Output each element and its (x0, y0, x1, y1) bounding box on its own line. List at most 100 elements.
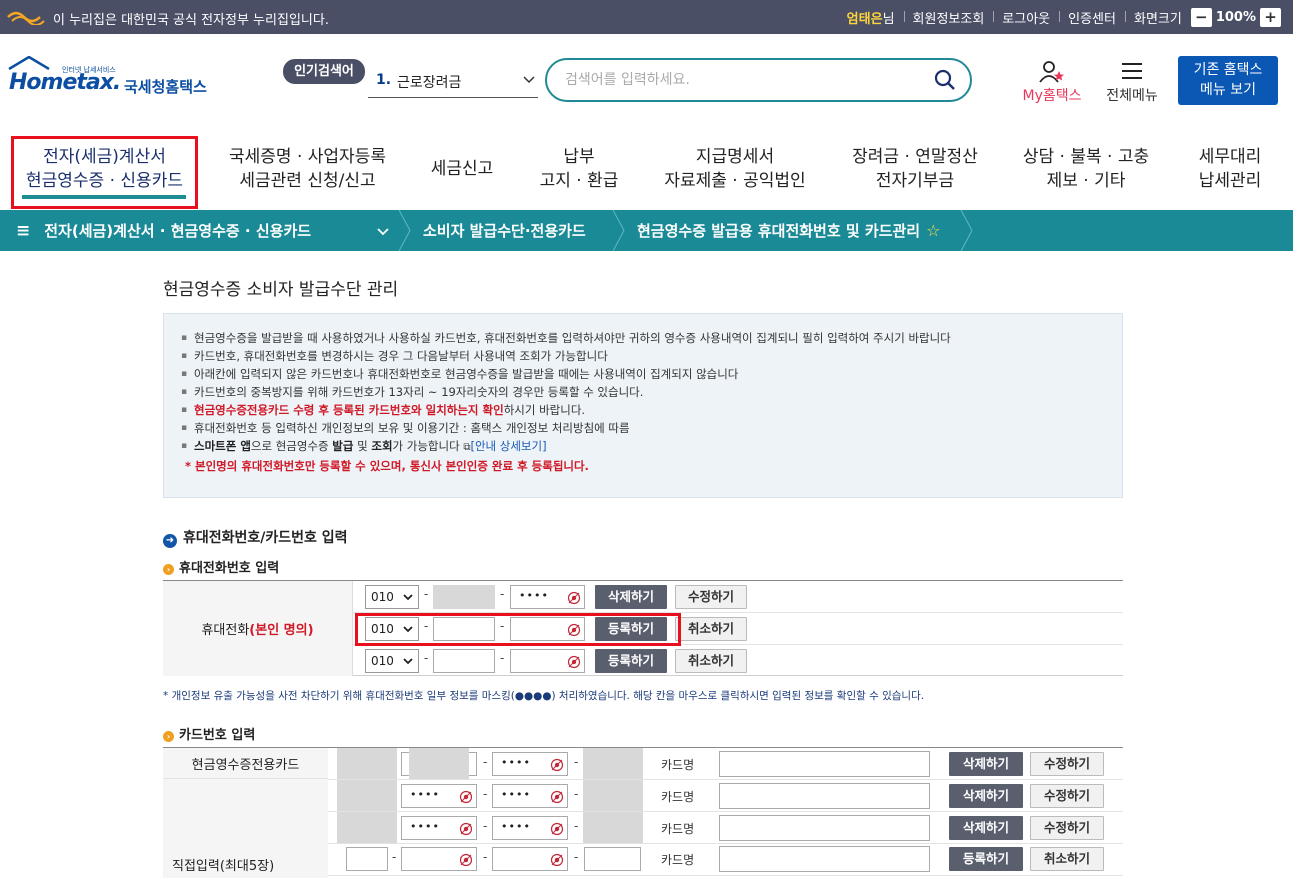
delete-button[interactable]: 삭제하기 (595, 585, 667, 609)
eye-icon[interactable] (459, 853, 473, 867)
card-name-input[interactable] (719, 751, 930, 777)
card-label-dedicated: 현금영수증전용카드 (163, 748, 328, 779)
info-item-app: 스마트폰 앱으로 현금영수증 발급 및 조회가 가능합니다 ⧉[안내 상세보기] (181, 437, 1122, 457)
breadcrumb-level3[interactable]: 현금영수증 발급용 휴대전화번호 및 카드관리 ☆ (637, 210, 940, 251)
all-menu-button[interactable]: 전체메뉴 (1100, 58, 1164, 108)
breadcrumb-level1-label: 전자(세금)계산서 · 현금영수증 · 신용카드 (44, 222, 312, 240)
gov-emblem-icon (7, 11, 45, 25)
popular-term: 근로장려금 (397, 75, 462, 91)
card-field-4[interactable] (583, 780, 643, 811)
delete-button[interactable]: 삭제하기 (949, 752, 1023, 776)
dash: - (574, 819, 579, 833)
card-name-input[interactable] (719, 815, 930, 841)
dash: - (424, 651, 429, 665)
edit-button[interactable]: 수정하기 (675, 585, 747, 609)
card-name-label: 카드명 (661, 790, 695, 804)
register-button[interactable]: 등록하기 (949, 847, 1023, 871)
phone-prefix-select[interactable]: 010 (365, 649, 419, 673)
card-field-3[interactable]: •••• (492, 816, 568, 840)
cancel-button[interactable]: 취소하기 (1030, 847, 1104, 871)
card-row: - •••• - 카드명 삭제하기 수정하기 (328, 748, 1123, 780)
card-field-1[interactable] (346, 847, 388, 871)
phone-last-input[interactable]: •••• (510, 585, 585, 609)
gnb-item-incentive[interactable]: 장려금 · 연말정산 전자기부금 (835, 128, 995, 210)
card-label-manual: 직접입력(최대5장) (163, 779, 328, 878)
eye-icon[interactable] (567, 591, 581, 605)
zoom-in-button[interactable]: + (1260, 7, 1281, 27)
card-field-1[interactable] (337, 780, 397, 811)
favorite-star-icon[interactable]: ☆ (926, 221, 940, 240)
card-field-4[interactable] (583, 748, 643, 779)
phone-last-input[interactable] (510, 649, 585, 673)
register-button[interactable]: 등록하기 (595, 649, 667, 673)
eye-icon[interactable] (567, 655, 581, 669)
info-red-notice: * 본인명의 휴대전화번호만 등록할 수 있으며, 통신사 본인인증 완료 후 … (185, 459, 589, 473)
phone-middle-input[interactable] (433, 649, 495, 673)
gnb-item-tax-report[interactable]: 세금신고 (412, 128, 512, 210)
card-field-3[interactable] (492, 847, 568, 871)
edit-button[interactable]: 수정하기 (1030, 816, 1104, 840)
info-item: 현금영수증을 발급받을 때 사용하였거나 사용하실 카드번호, 휴대전화번호를 … (181, 329, 1122, 347)
bullet-circle-icon: › (163, 731, 174, 742)
card-name-input[interactable] (719, 783, 930, 809)
card-field-2[interactable]: •••• (401, 784, 477, 808)
chevron-down-icon (403, 594, 413, 601)
gnb-item-payment[interactable]: 납부 고지 · 환급 (520, 128, 638, 210)
delete-button[interactable]: 삭제하기 (949, 816, 1023, 840)
eye-icon[interactable] (550, 853, 564, 867)
my-hometax-button[interactable]: My홈택스 (1016, 58, 1088, 108)
app-detail-link[interactable]: [안내 상세보기] (470, 439, 546, 453)
search-input[interactable] (565, 70, 915, 90)
card-field-4[interactable] (584, 847, 641, 871)
dash: - (483, 787, 488, 801)
user-star-icon (1039, 61, 1064, 83)
card-field-4[interactable] (583, 812, 643, 843)
cancel-button[interactable]: 취소하기 (675, 649, 747, 673)
gnb-item-consult[interactable]: 상담 · 불복 · 고충 제보 · 기타 (1010, 128, 1162, 210)
edit-button[interactable]: 수정하기 (1030, 752, 1104, 776)
delete-button[interactable]: 삭제하기 (949, 784, 1023, 808)
card-field-2-mask (409, 748, 469, 779)
logout-link[interactable]: 로그아웃 (993, 8, 1059, 27)
eye-icon[interactable] (459, 822, 473, 836)
search-icon[interactable] (934, 69, 956, 91)
gnb-item-certificates[interactable]: 국세증명 · 사업자등록 세금관련 신청/신고 (215, 128, 400, 210)
member-info-link[interactable]: 회원정보조회 (903, 8, 994, 27)
popular-search-select[interactable]: 1. 근로장려금 (368, 64, 538, 98)
phone-middle-input[interactable] (433, 585, 495, 609)
gnb-item-payment-statement[interactable]: 지급명세서 자료제출 · 공익법인 (650, 128, 820, 210)
eye-icon[interactable] (550, 758, 564, 772)
card-field-2[interactable]: •••• (401, 816, 477, 840)
card-field-1[interactable] (337, 812, 397, 843)
card-field-2[interactable] (401, 847, 477, 871)
breadcrumb-level1[interactable]: ≡ 전자(세금)계산서 · 현금영수증 · 신용카드 (16, 210, 394, 251)
gnb-label: 장려금 · 연말정산 (852, 147, 978, 167)
highlight-box (355, 613, 681, 646)
card-field-3[interactable]: •••• (492, 752, 568, 776)
old-hometax-menu-button[interactable]: 기존 홈택스 메뉴 보기 (1178, 56, 1278, 105)
card-name-label: 카드명 (661, 758, 695, 772)
card-row: •••• - •••• - 카드명 삭제하기 수정하기 (328, 812, 1123, 844)
eye-icon[interactable] (550, 822, 564, 836)
breadcrumb-level2[interactable]: 소비자 발급수단·전용카드 (423, 210, 586, 251)
site-header: 인터넷 납세서비스 Hometax. 국세청홈택스 인기검색어 1. 근로장려금… (0, 34, 1293, 128)
cancel-button[interactable]: 취소하기 (675, 617, 747, 641)
card-field-3[interactable]: •••• (492, 784, 568, 808)
breadcrumb: ≡ 전자(세금)계산서 · 현금영수증 · 신용카드 소비자 발급수단·전용카드… (0, 210, 1293, 251)
card-field-1[interactable] (337, 748, 397, 779)
zoom-out-button[interactable]: − (1190, 7, 1212, 27)
eye-icon[interactable] (550, 790, 564, 804)
gnb-label: 상담 · 불복 · 고충 (1022, 147, 1150, 167)
gnb-item-tax-agent[interactable]: 세무대리 납세관리 (1175, 128, 1285, 210)
cert-center-link[interactable]: 인증센터 (1059, 8, 1125, 27)
hometax-logo[interactable]: 인터넷 납세서비스 Hometax. 국세청홈택스 (7, 56, 222, 102)
dash: - (574, 787, 579, 801)
card-name-input[interactable] (719, 846, 930, 872)
info-item: 휴대전화번호 등 입력하신 개인정보의 보유 및 이용기간 : 홈택스 개인정보… (181, 419, 1122, 437)
popular-search-badge: 인기검색어 (283, 59, 365, 84)
old-menu-line1: 기존 홈택스 (1193, 62, 1263, 78)
eye-icon[interactable] (459, 790, 473, 804)
edit-button[interactable]: 수정하기 (1030, 784, 1104, 808)
phone-prefix-select[interactable]: 010 (365, 585, 419, 609)
menu-icon: ≡ (16, 220, 31, 241)
